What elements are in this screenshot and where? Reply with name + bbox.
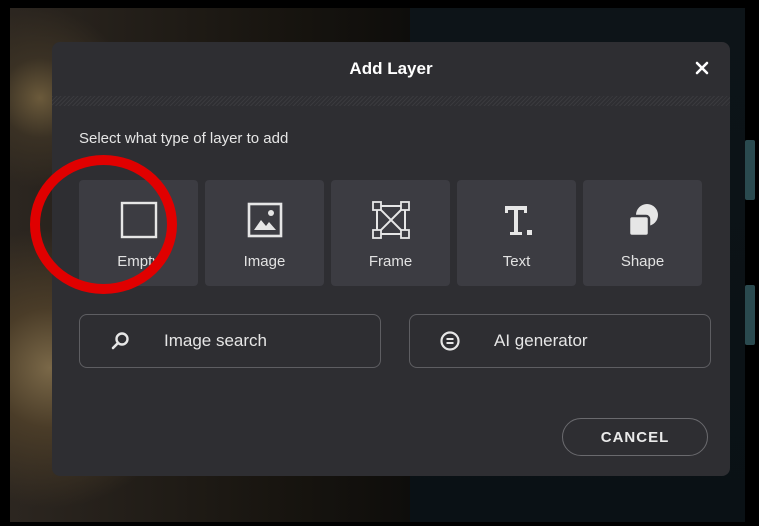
edge-handle [745,285,755,345]
dialog-header: Add Layer [52,42,730,96]
layer-type-empty[interactable]: Empty [79,180,198,286]
frame-icon [371,201,410,239]
tile-label: Frame [368,253,413,270]
layer-type-image[interactable]: Image [205,180,324,286]
ai-generator-label: AI generator [494,331,588,350]
close-button[interactable] [690,56,714,80]
image-search-label: Image search [164,331,267,350]
dialog-prompt: Select what type of layer to add [79,130,289,147]
tile-label: Image [243,253,286,270]
tile-label: Empty [117,253,160,270]
layer-type-text[interactable]: Text [457,180,576,286]
image-search-button[interactable]: Image search [79,314,381,368]
tile-label: Text [502,253,531,270]
layer-type-shape[interactable]: Shape [583,180,702,286]
text-icon [502,206,532,235]
edge-handle [745,140,755,200]
ai-generator-icon [440,331,460,351]
empty-layer-icon [120,201,157,239]
cancel-label: CANCEL [600,428,670,446]
layer-type-options: Empty Image Frame Text Shape [79,180,702,286]
cancel-button[interactable]: CANCEL [562,418,708,456]
close-icon [695,61,709,75]
layer-type-frame[interactable]: Frame [331,180,450,286]
image-icon [247,202,282,238]
header-divider [52,96,730,106]
search-icon [111,332,129,350]
shape-icon [627,204,658,238]
ai-generator-button[interactable]: AI generator [409,314,711,368]
source-options: Image search AI generator [79,314,711,368]
add-layer-dialog: Add Layer Select what type of layer to a… [52,42,730,476]
dialog-title: Add Layer [349,59,433,78]
tile-label: Shape [620,253,665,270]
